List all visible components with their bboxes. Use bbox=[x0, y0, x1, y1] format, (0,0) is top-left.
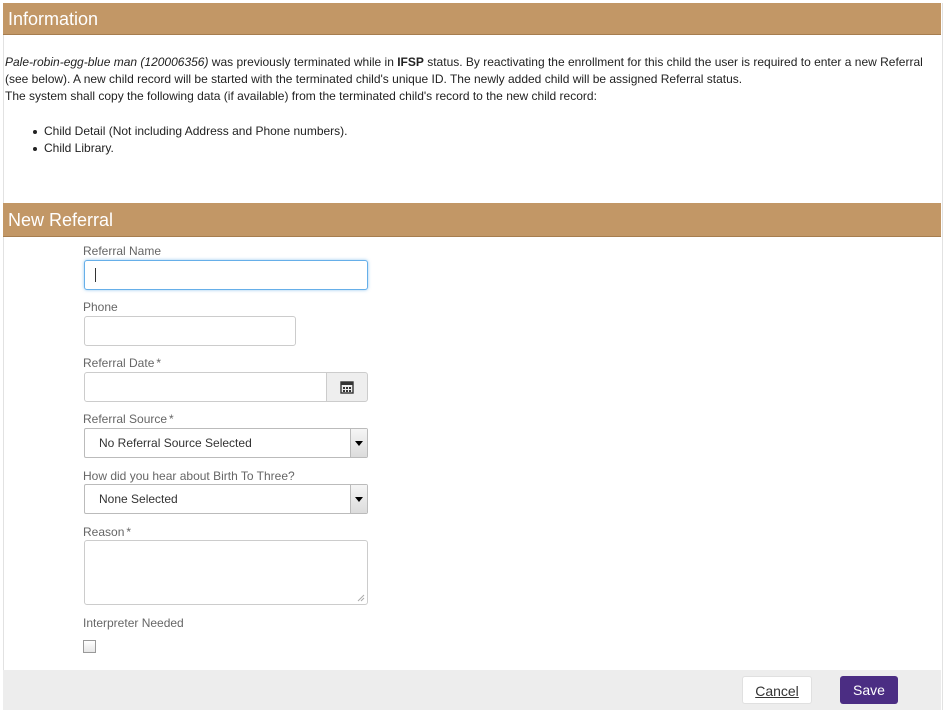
hear-about-value: None Selected bbox=[99, 492, 178, 506]
calendar-icon bbox=[340, 381, 354, 394]
referral-name-input[interactable] bbox=[84, 260, 368, 290]
reactivation-notice: Pale-robin-egg-blue man (120006356) was … bbox=[5, 54, 925, 88]
status-text: IFSP bbox=[397, 55, 424, 69]
referral-date-label: Referral Date * bbox=[83, 356, 162, 370]
text-cursor bbox=[95, 268, 96, 282]
notice-text-1: was previously terminated while in bbox=[208, 55, 398, 69]
reason-textarea[interactable] bbox=[84, 540, 368, 605]
required-marker: * bbox=[169, 412, 174, 426]
date-picker-button[interactable] bbox=[326, 372, 368, 402]
referral-source-select[interactable]: No Referral Source Selected bbox=[84, 428, 368, 458]
phone-label: Phone bbox=[83, 300, 118, 314]
copy-notice: The system shall copy the following data… bbox=[5, 89, 597, 103]
hear-about-select[interactable]: None Selected bbox=[84, 484, 368, 514]
cancel-button[interactable]: Cancel bbox=[742, 676, 812, 704]
information-header: Information bbox=[3, 3, 941, 35]
referral-name-label: Referral Name bbox=[83, 244, 162, 258]
referral-source-label: Referral Source * bbox=[83, 412, 174, 426]
chevron-down-icon[interactable] bbox=[350, 485, 367, 513]
chevron-down-icon[interactable] bbox=[350, 429, 367, 457]
interpreter-label: Interpreter Needed bbox=[83, 616, 184, 630]
information-text: Pale-robin-egg-blue man (120006356) was … bbox=[5, 54, 925, 105]
child-name: Pale-robin-egg-blue man (120006356) bbox=[5, 55, 209, 69]
required-marker: * bbox=[126, 525, 132, 539]
hear-about-label: How did you hear about Birth To Three? bbox=[83, 469, 295, 483]
new-referral-header: New Referral bbox=[3, 203, 941, 237]
save-button[interactable]: Save bbox=[840, 676, 898, 704]
referral-source-value: No Referral Source Selected bbox=[99, 436, 252, 450]
interpreter-checkbox[interactable] bbox=[83, 640, 96, 653]
resize-handle-icon[interactable] bbox=[357, 594, 365, 602]
required-marker: * bbox=[156, 356, 162, 370]
copied-data-list: Child Detail (Not including Address and … bbox=[33, 123, 348, 157]
list-item: Child Library. bbox=[33, 140, 348, 157]
list-item: Child Detail (Not including Address and … bbox=[33, 124, 348, 138]
referral-date-input[interactable] bbox=[84, 372, 327, 402]
reason-label: Reason * bbox=[83, 525, 132, 539]
phone-input[interactable] bbox=[84, 316, 296, 346]
